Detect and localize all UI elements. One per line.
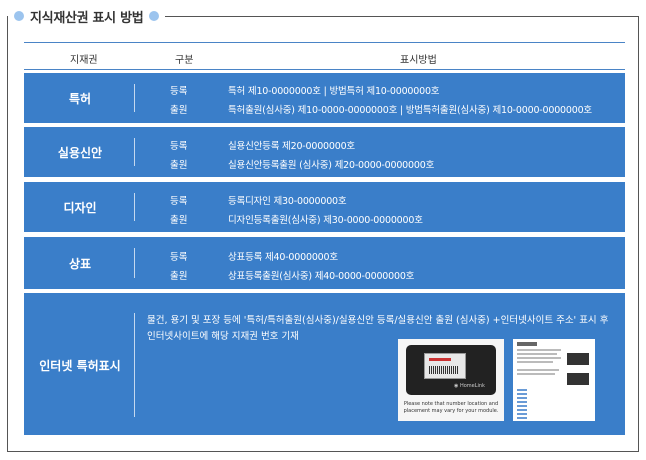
- line-text: 등록디자인 제30-0000000호: [228, 196, 347, 207]
- row-name: 특허: [68, 92, 92, 106]
- patent-label-sticker: [424, 353, 466, 379]
- website-screenshot-image: [513, 339, 595, 421]
- row-divider: [134, 248, 135, 278]
- table-header: 지재권 구분 표시방법: [24, 42, 625, 70]
- web-product-image: [567, 353, 589, 365]
- row-name: 실용신안: [57, 146, 103, 160]
- header-category: 구분: [175, 55, 194, 66]
- web-text-line: [517, 361, 553, 363]
- line-kind: 출원: [170, 105, 188, 116]
- web-text-line: [517, 357, 561, 359]
- row-name: 인터넷 특허표시: [39, 359, 121, 373]
- table-row-trademark: 상표 등록 상표등록 제40-0000000호 출원 상표등록출원(심사중) 제…: [24, 237, 625, 289]
- web-text-line: [517, 369, 559, 371]
- table-row-internet-marking: 인터넷 특허표시 물건, 용기 및 포장 등에 '특허/특허출원(심사중)/실용…: [24, 293, 625, 435]
- line-text: 디자인등록출원(심사중) 제30-0000-0000000호: [228, 215, 423, 226]
- web-patent-list: [517, 389, 527, 419]
- section-title: 지식재산권 표시 방법: [8, 5, 166, 27]
- web-text-line: [517, 349, 561, 351]
- table-row-patent: 특허 등록 특허 제10-0000000호 | 방법특허 제10-0000000…: [24, 73, 625, 123]
- page-title: 지식재산권 표시 방법: [30, 10, 144, 26]
- line-text: 특허출원(심사중) 제10-0000-0000000호 | 방법특허출원(심사중…: [228, 105, 592, 116]
- header-marking-method: 표시방법: [400, 55, 437, 66]
- web-text-line: [517, 353, 557, 355]
- web-heading: [517, 342, 537, 346]
- bullet-dot-icon: [14, 11, 24, 21]
- row-divider: [134, 313, 135, 417]
- table-row-design: 디자인 등록 등록디자인 제30-0000000호 출원 디자인등록출원(심사중…: [24, 182, 625, 232]
- line-kind: 출원: [170, 160, 188, 171]
- row-name: 상표: [68, 257, 92, 271]
- line-text: 특허 제10-0000000호 | 방법특허 제10-0000000호: [228, 86, 440, 97]
- row-divider: [134, 193, 135, 221]
- row-name: 디자인: [63, 201, 97, 215]
- line-text: 실용신안등록출원 (심사중) 제20-0000-0000000호: [228, 160, 435, 171]
- device-logo: ◉ HomeLink: [454, 383, 485, 389]
- device-note: Please note that number location and pla…: [403, 401, 499, 414]
- device-body: ◉ HomeLink: [406, 345, 496, 395]
- device-label-image: ◉ HomeLink Please note that number locat…: [398, 339, 504, 421]
- description-line-1: 물건, 용기 및 포장 등에 '특허/특허출원(심사중)/실용신안 등록/실용신…: [147, 315, 609, 326]
- line-kind: 등록: [170, 252, 188, 263]
- header-ip-type: 지재권: [70, 55, 98, 66]
- line-kind: 등록: [170, 196, 188, 207]
- web-product-image: [567, 373, 589, 385]
- bullet-dot-icon: [149, 11, 160, 21]
- line-text: 상표등록출원(심사중) 제40-0000-0000000호: [228, 271, 415, 282]
- line-text: 상표등록 제40-0000000호: [228, 252, 338, 263]
- line-text: 실용신안등록 제20-0000000호: [228, 141, 355, 152]
- row-divider: [134, 84, 135, 112]
- row-divider: [134, 138, 135, 166]
- line-kind: 출원: [170, 215, 188, 226]
- line-kind: 등록: [170, 141, 188, 152]
- web-text-line: [517, 373, 555, 375]
- table-row-utility-model: 실용신안 등록 실용신안등록 제20-0000000호 출원 실용신안등록출원 …: [24, 127, 625, 177]
- line-kind: 등록: [170, 86, 188, 97]
- line-kind: 출원: [170, 271, 188, 282]
